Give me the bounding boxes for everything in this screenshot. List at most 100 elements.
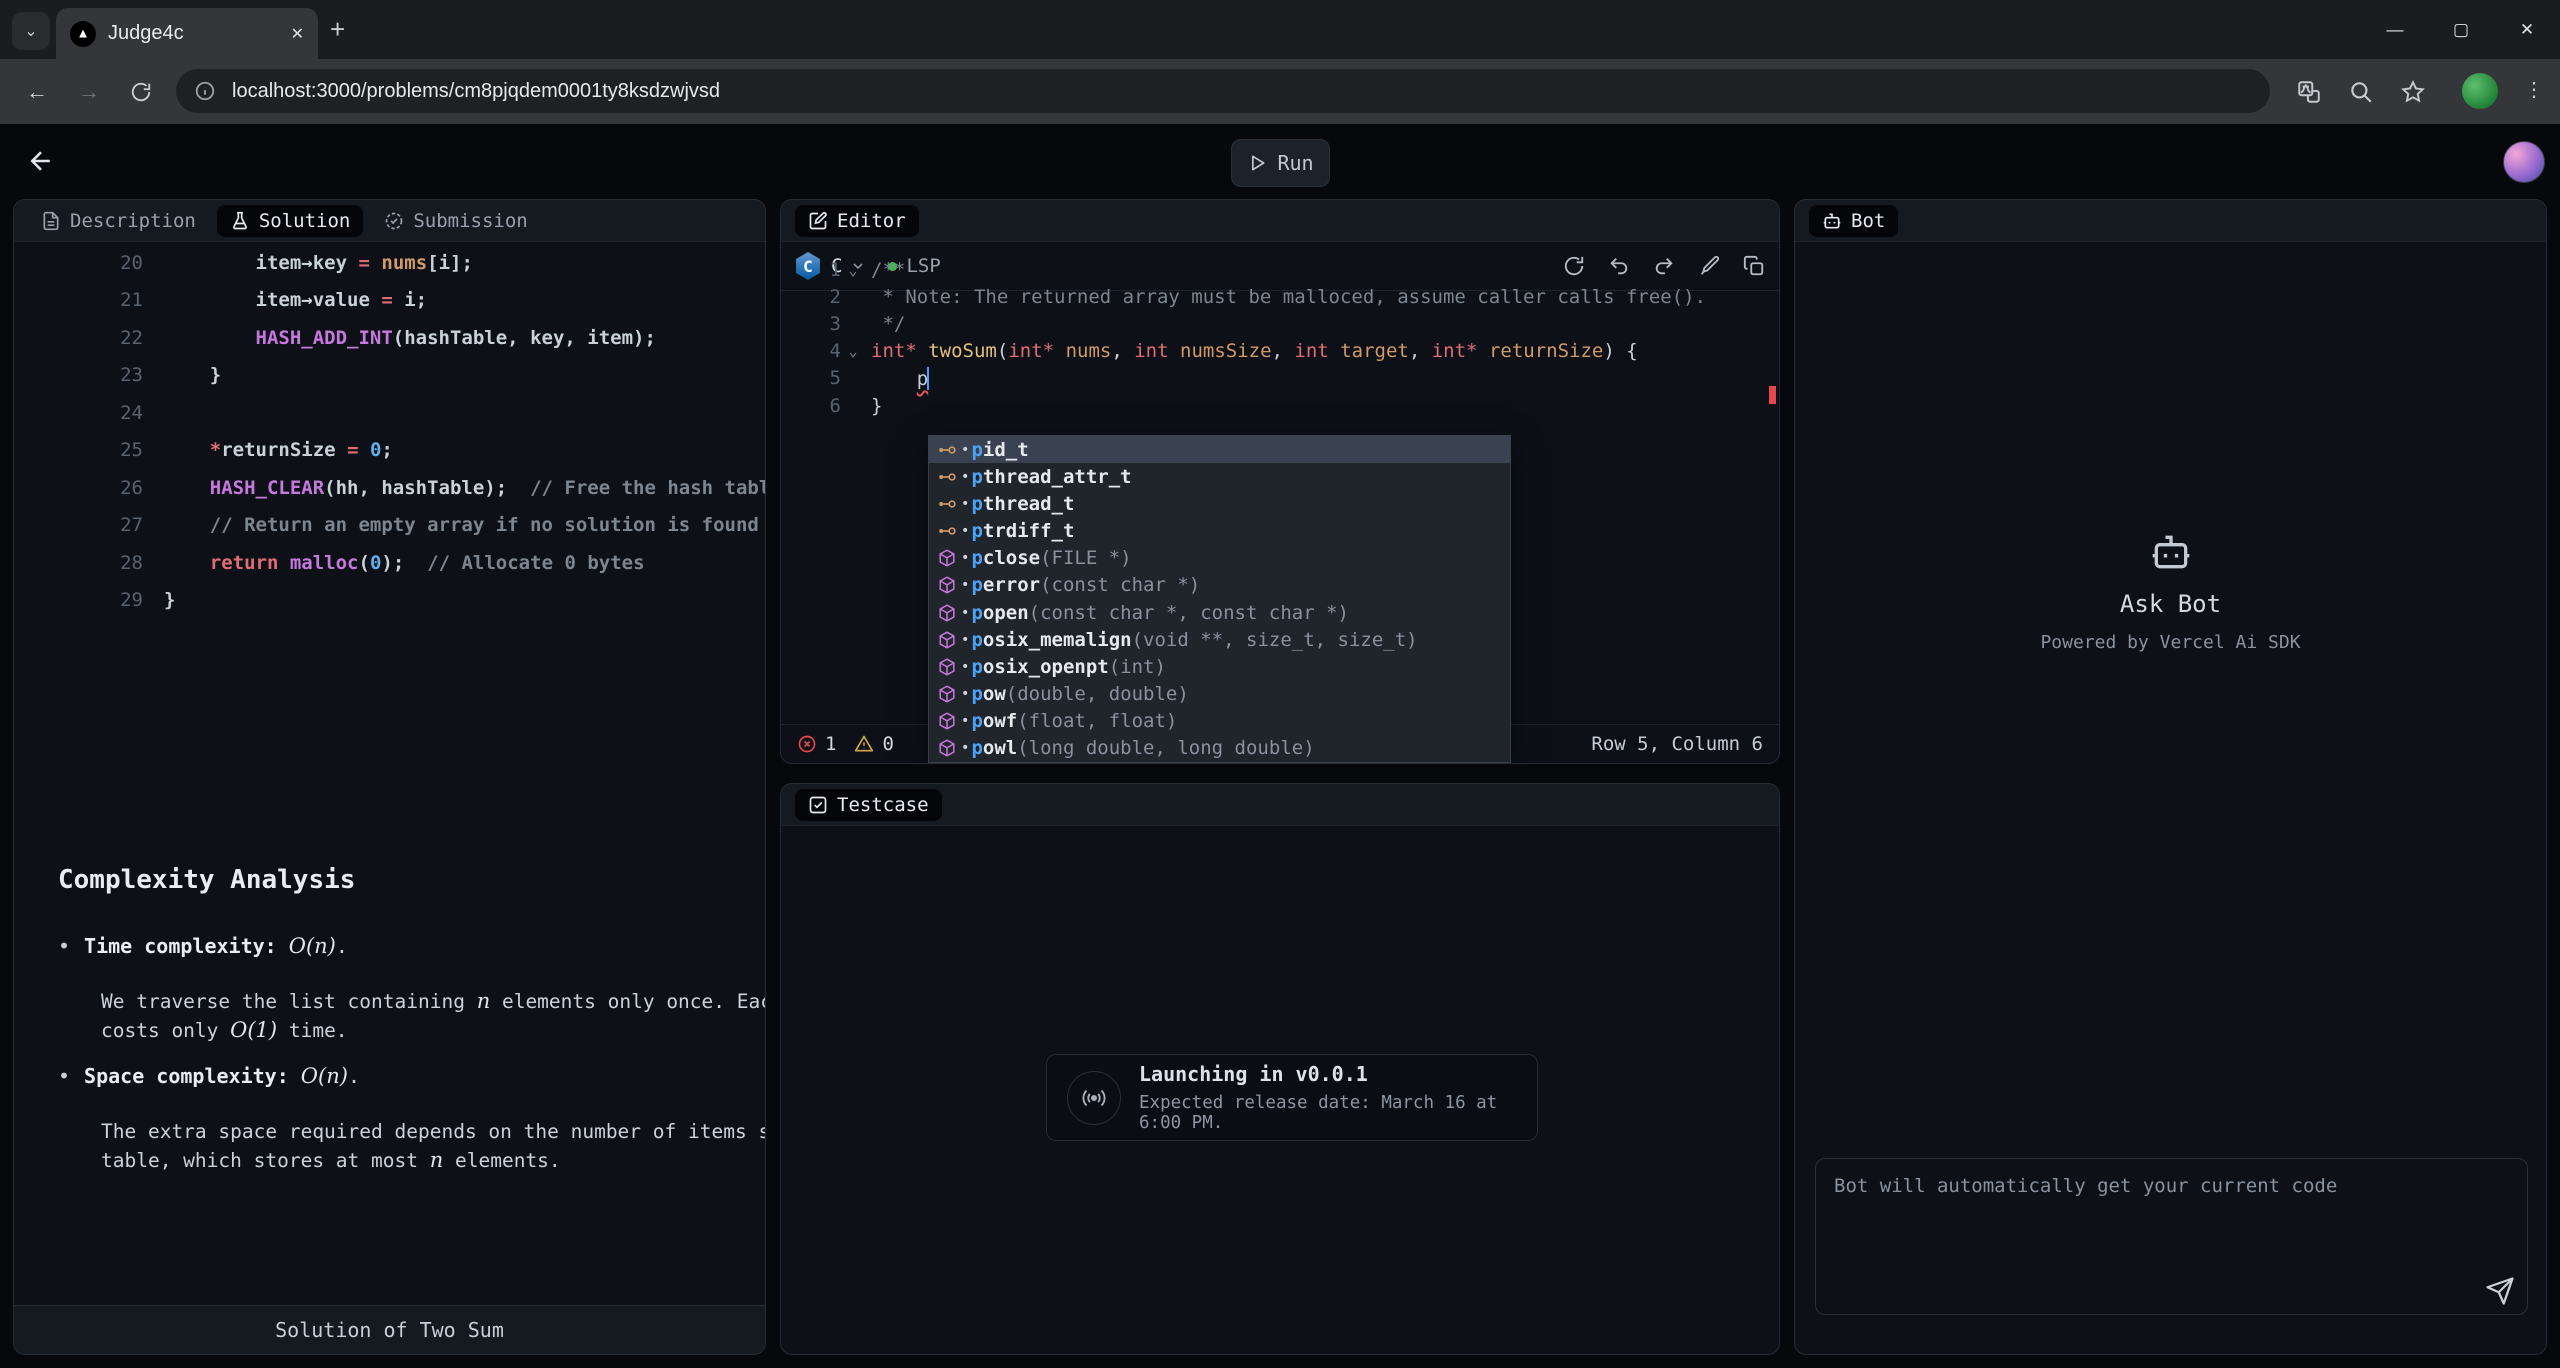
tab-testcase[interactable]: Testcase	[795, 789, 942, 821]
bot-empty-subtitle: Powered by Vercel Ai SDK	[2040, 632, 2300, 653]
site-info-icon[interactable]	[194, 80, 216, 102]
code-line-content: return malloc(0); // Allocate 0 bytes	[143, 552, 645, 574]
line-number: 3	[781, 313, 841, 335]
code-line-content: int* twoSum(int* nums, int numsSize, int…	[863, 340, 1638, 362]
autocomplete-item[interactable]: •pthread_t	[929, 490, 1510, 517]
match-text: p	[971, 629, 982, 651]
completion-label: thread_attr_t	[983, 466, 1132, 488]
bullet-dot: •	[961, 469, 969, 485]
tab-solution[interactable]: Solution	[217, 205, 364, 237]
solution-footer-label: Solution of Two Sum	[275, 1318, 504, 1342]
line-number: 20	[14, 252, 143, 274]
code-line: 25 *returnSize = 0;	[14, 432, 765, 470]
tab-editor[interactable]: Editor	[795, 205, 919, 237]
launch-toast: Launching in v0.0.1 Expected release dat…	[1046, 1054, 1538, 1141]
autocomplete-item[interactable]: •powf(float, float)	[929, 708, 1510, 735]
bullet-dot: •	[961, 442, 969, 458]
window-controls: — ▢ ✕	[2362, 0, 2560, 59]
typedef-symbol-icon	[937, 494, 957, 514]
autocomplete-item[interactable]: •perror(const char *)	[929, 572, 1510, 599]
tab-bot[interactable]: Bot	[1809, 205, 1898, 237]
completion-detail: (int)	[1109, 656, 1166, 678]
error-count: 1	[825, 733, 836, 755]
warning-count: 0	[882, 733, 893, 755]
line-number: 29	[14, 589, 143, 611]
completion-detail: (long double, long double)	[1017, 737, 1314, 759]
tab-description[interactable]: Description	[28, 205, 209, 237]
autocomplete-item[interactable]: •posix_memalign(void **, size_t, size_t)	[929, 626, 1510, 653]
autocomplete-popup: •pid_t•pthread_attr_t•pthread_t•ptrdiff_…	[928, 435, 1511, 763]
fold-chevron-icon[interactable]: ⌄	[843, 342, 863, 360]
bot-send-button[interactable]	[2485, 1276, 2515, 1306]
editor-code-area[interactable]: 1⌄/**2 * Note: The returned array must b…	[781, 256, 1779, 419]
editor-panel-tabs: Editor	[781, 200, 1779, 242]
typedef-symbol-icon	[937, 521, 957, 541]
problem-panel: Description Solution Submission 20 item→…	[13, 199, 766, 1355]
window-minimize-button[interactable]: —	[2362, 0, 2428, 59]
vercel-favicon: ▲	[70, 21, 96, 47]
match-text: p	[971, 602, 982, 624]
code-line: 1⌄/**	[781, 256, 1779, 283]
autocomplete-item[interactable]: •posix_openpt(int)	[929, 653, 1510, 680]
new-tab-button[interactable]: +	[330, 16, 345, 42]
complexity-heading: Complexity Analysis	[58, 865, 355, 895]
page-back-button[interactable]	[26, 146, 56, 176]
autocomplete-item[interactable]: •pid_t	[929, 436, 1510, 463]
square-check-icon	[808, 795, 828, 815]
problems-summary[interactable]: 1 0	[797, 733, 894, 755]
line-number: 21	[14, 289, 143, 311]
autocomplete-item[interactable]: •powl(long double, long double)	[929, 735, 1510, 762]
bullet-dot: •	[961, 632, 969, 648]
forward-button[interactable]: →	[74, 77, 104, 107]
tab-submission[interactable]: Submission	[371, 205, 540, 237]
line-number: 23	[14, 364, 143, 386]
function-symbol-icon	[937, 711, 957, 731]
warning-icon	[854, 734, 874, 754]
match-text: p	[971, 737, 982, 759]
bullet-dot: •	[961, 740, 969, 756]
autocomplete-item[interactable]: •pthread_attr_t	[929, 463, 1510, 490]
edit-pencil-icon	[808, 211, 828, 231]
bot-message-input[interactable]	[1816, 1159, 2527, 1314]
match-text: p	[971, 520, 982, 542]
tab-testcase-label: Testcase	[837, 794, 929, 816]
time-complexity-text-1: We traverse the list containing n elemen…	[101, 987, 766, 1016]
line-number: 25	[14, 439, 143, 461]
fold-chevron-icon[interactable]: ⌄	[843, 261, 863, 279]
user-avatar[interactable]	[2503, 141, 2545, 183]
error-icon	[797, 734, 817, 754]
url-bar[interactable]: localhost:3000/problems/cm8pjqdem0001ty8…	[176, 69, 2270, 113]
bookmark-star-icon[interactable]	[2400, 79, 2426, 105]
search-lens-icon[interactable]	[2348, 79, 2374, 105]
tab-title: Judge4c	[108, 22, 279, 45]
tab-search-button[interactable]: ⌄	[12, 12, 50, 50]
reload-icon	[130, 81, 152, 103]
tab-close-icon[interactable]: ✕	[291, 24, 304, 44]
autocomplete-item[interactable]: •pclose(FILE *)	[929, 545, 1510, 572]
autocomplete-item[interactable]: •popen(const char *, const char *)	[929, 599, 1510, 626]
autocomplete-item[interactable]: •pow(double, double)	[929, 680, 1510, 707]
window-close-button[interactable]: ✕	[2494, 0, 2560, 59]
code-line-content: item→key = nums[i];	[143, 252, 473, 274]
browser-toolbar: ← → localhost:3000/problems/cm8pjqdem000…	[0, 59, 2560, 124]
space-complexity-text-2: table, which stores at most n elements.	[101, 1146, 561, 1175]
editor-panel: Editor C C LSP 1⌄/**2 * Note: The return…	[780, 199, 1780, 764]
browser-profile-avatar[interactable]	[2462, 73, 2498, 109]
autocomplete-item[interactable]: •ptrdiff_t	[929, 517, 1510, 544]
code-line-content: }	[863, 395, 882, 417]
run-button[interactable]: Run	[1231, 139, 1330, 187]
reload-button[interactable]	[126, 77, 156, 107]
bot-panel: Bot Ask Bot Powered by Vercel Ai SDK	[1794, 199, 2547, 1355]
file-text-icon	[41, 211, 61, 231]
browser-menu-button[interactable]: ⋮	[2524, 77, 2544, 102]
translate-icon[interactable]	[2296, 79, 2322, 105]
code-line: 6}	[781, 392, 1779, 419]
browser-tab[interactable]: ▲ Judge4c ✕	[56, 8, 318, 59]
code-line: 5 p	[781, 365, 1779, 392]
match-text: p	[971, 547, 982, 569]
back-button[interactable]: ←	[22, 77, 52, 107]
completion-detail: (float, float)	[1017, 710, 1177, 732]
code-line-content: // Return an empty array if no solution …	[143, 514, 759, 536]
window-maximize-button[interactable]: ▢	[2428, 0, 2494, 59]
line-number: 6	[781, 395, 841, 417]
